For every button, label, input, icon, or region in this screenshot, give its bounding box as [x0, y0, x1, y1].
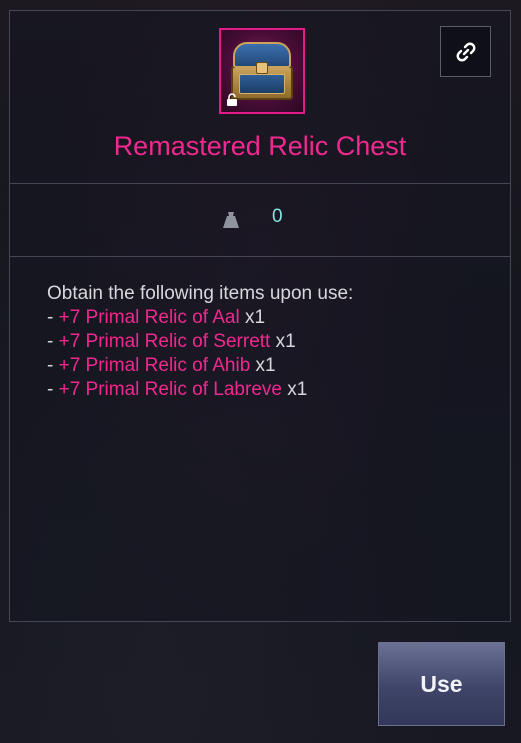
link-icon: [456, 42, 475, 61]
copy-link-button[interactable]: [440, 26, 491, 77]
reward-item: - +7 Primal Relic of Serrett x1: [47, 331, 296, 352]
padlock-icon: [224, 93, 240, 109]
item-description: Obtain the following items upon use: - +…: [47, 282, 487, 402]
item-stats-row: 0: [10, 184, 510, 257]
item-tooltip-panel: Remastered Relic Chest 0 Obtain the foll…: [9, 10, 511, 622]
treasure-chest-icon: [219, 28, 305, 114]
reward-item: - +7 Primal Relic of Ahib x1: [47, 355, 276, 376]
description-intro: Obtain the following items upon use:: [47, 283, 354, 304]
chest-lock: [256, 62, 268, 74]
weight-icon: [223, 212, 239, 228]
weight-value: 0: [272, 206, 283, 227]
use-button[interactable]: Use: [378, 642, 505, 726]
item-title: Remastered Relic Chest: [113, 131, 407, 161]
chest-panel: [239, 74, 285, 94]
item-header: Remastered Relic Chest: [10, 11, 510, 184]
reward-item: - +7 Primal Relic of Aal x1: [47, 307, 266, 328]
reward-item: - +7 Primal Relic of Labreve x1: [47, 379, 308, 400]
